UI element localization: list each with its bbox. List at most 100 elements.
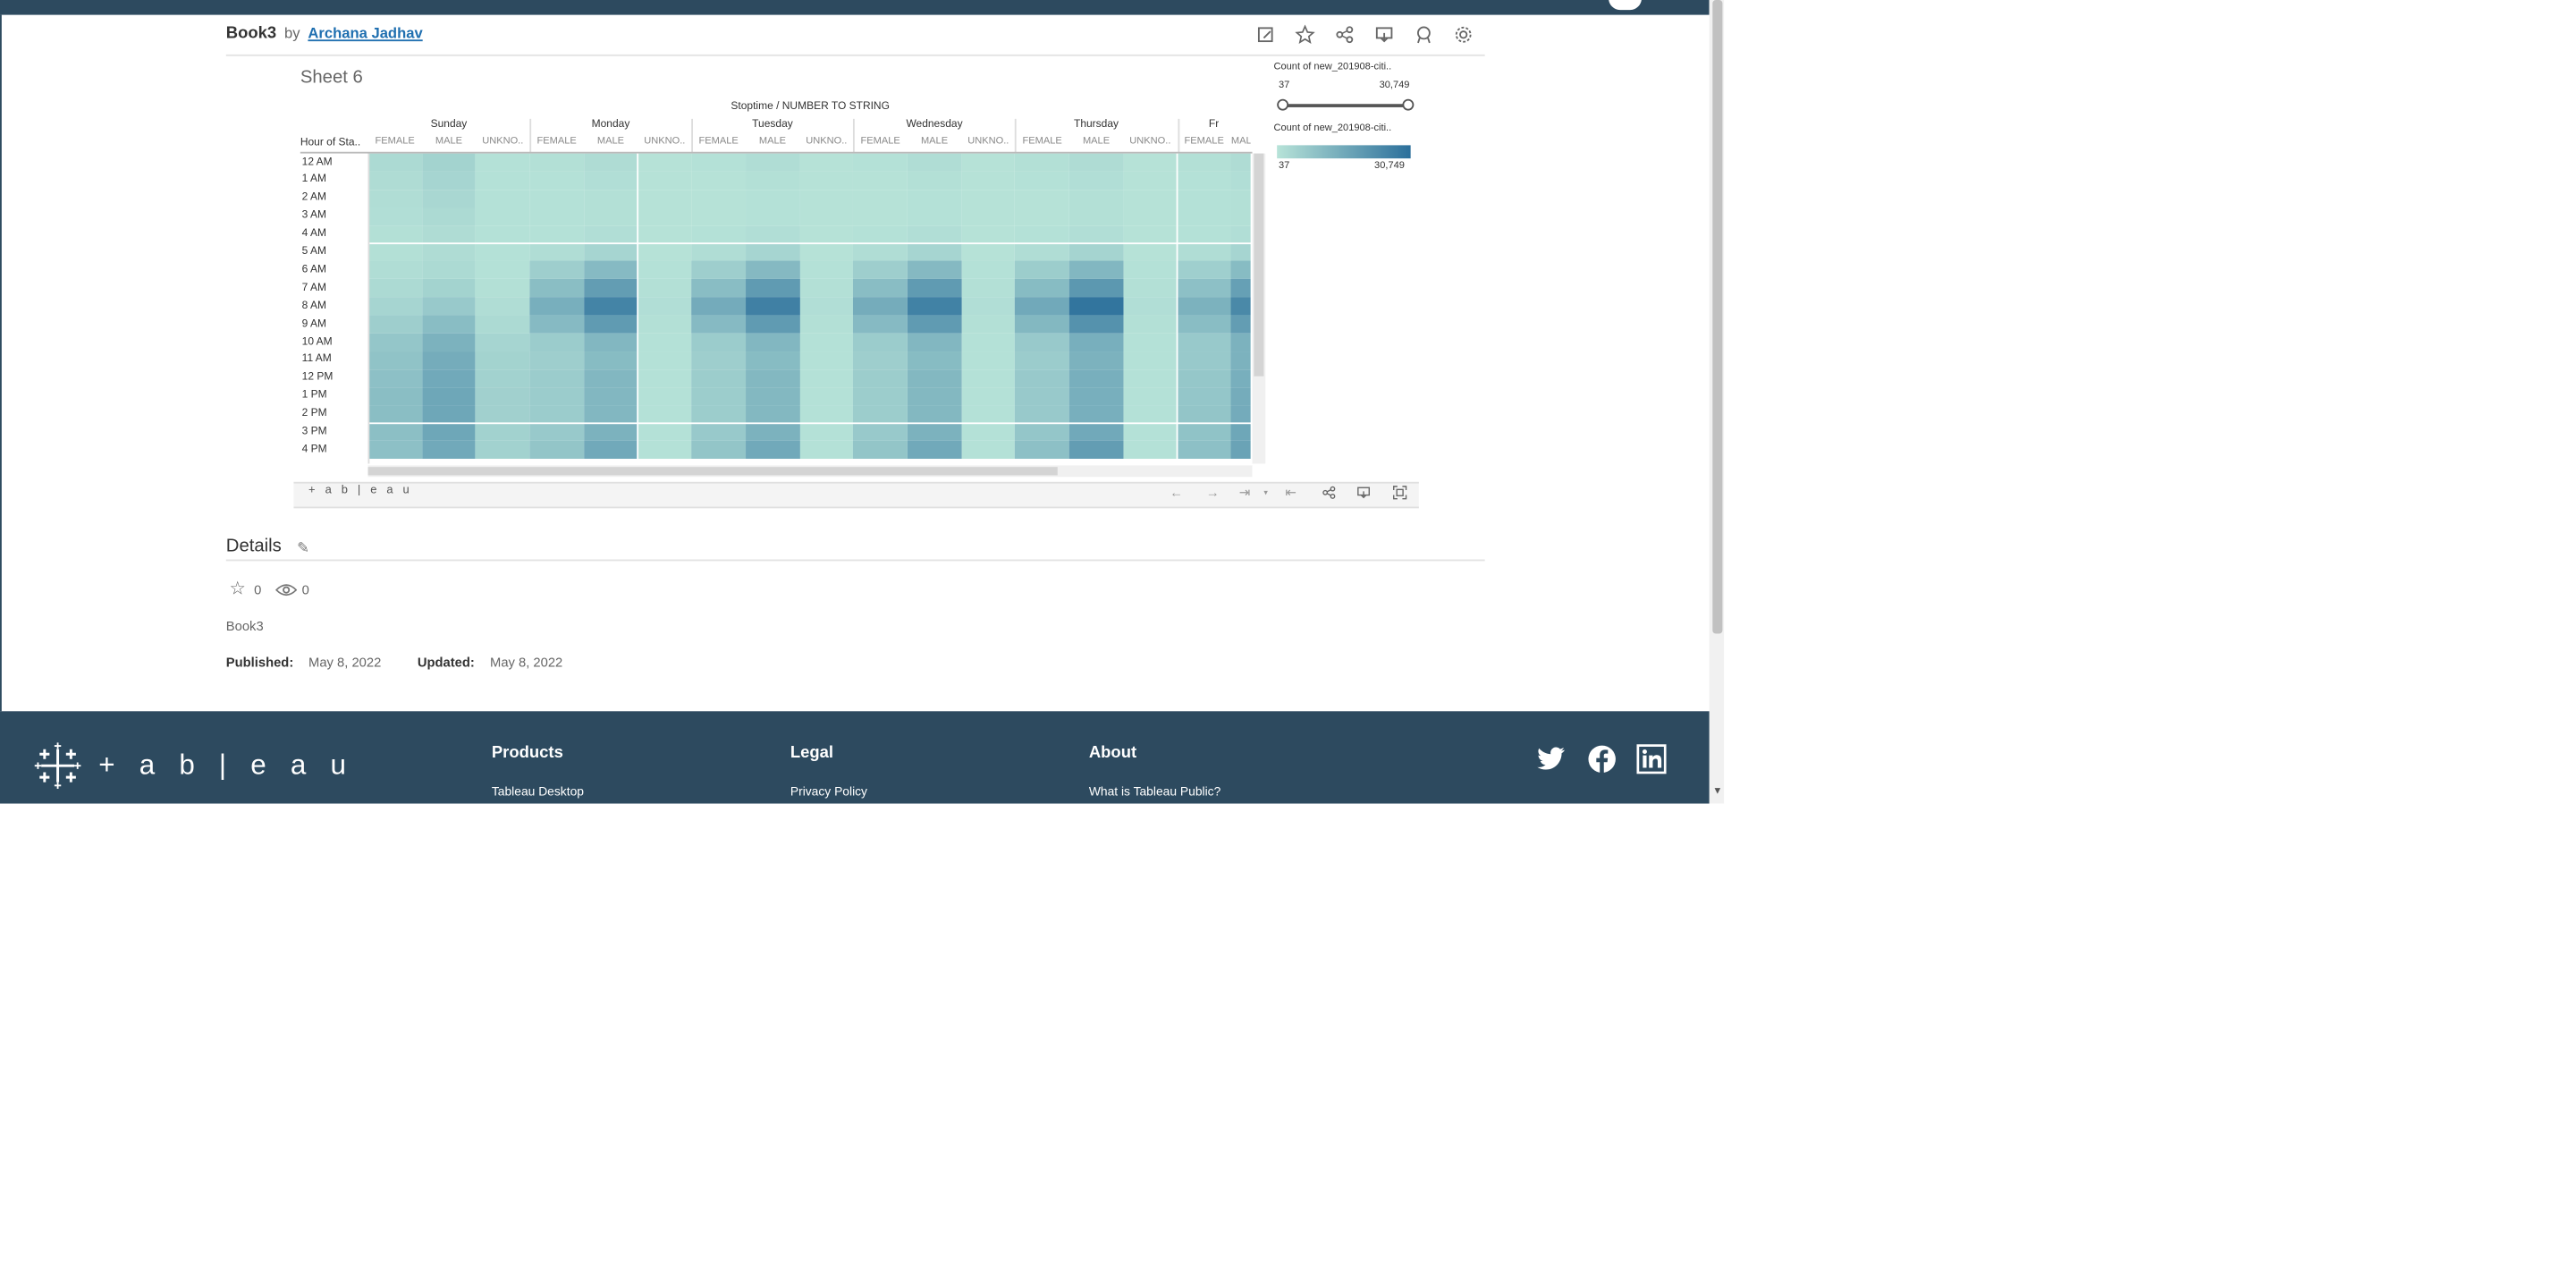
heatmap-cell[interactable] <box>907 225 962 244</box>
heatmap-cell[interactable] <box>691 243 746 262</box>
heatmap-cell[interactable] <box>1015 243 1069 262</box>
heatmap-cell[interactable] <box>1230 153 1251 172</box>
heatmap-cell[interactable] <box>799 315 854 334</box>
heatmap-cell[interactable] <box>529 171 584 190</box>
heatmap-cell[interactable] <box>476 441 530 460</box>
heatmap-cell[interactable] <box>1177 171 1231 190</box>
footer-link-tableau-desktop[interactable]: Tableau Desktop <box>492 783 584 799</box>
heatmap-cell[interactable] <box>529 297 584 316</box>
footer-tableau-logo[interactable]: + a b | e a u <box>33 741 354 790</box>
heatmap-cell[interactable] <box>1123 368 1178 388</box>
metrics-icon[interactable] <box>1414 25 1433 45</box>
heatmap-cell[interactable] <box>583 243 638 262</box>
twitter-icon[interactable] <box>1536 744 1566 774</box>
redo-arrow-icon[interactable]: → <box>1206 485 1220 500</box>
heatmap-cell[interactable] <box>745 368 800 388</box>
heatmap-cell[interactable] <box>476 351 530 369</box>
viz-vertical-scroll-thumb[interactable] <box>1254 153 1264 377</box>
heatmap-cell[interactable] <box>638 423 692 442</box>
heatmap-cell[interactable] <box>853 333 908 351</box>
heatmap-cell[interactable] <box>745 225 800 244</box>
heatmap-cell[interactable] <box>691 225 746 244</box>
heatmap-cell[interactable] <box>1177 225 1231 244</box>
heatmap-cell[interactable] <box>1068 441 1124 460</box>
heatmap-cell[interactable] <box>745 333 800 351</box>
heatmap-cell[interactable] <box>907 153 962 172</box>
heatmap-cell[interactable] <box>799 441 854 460</box>
heatmap-cell[interactable] <box>476 279 530 298</box>
heatmap-cell[interactable] <box>367 279 422 298</box>
heatmap-cell[interactable] <box>691 315 746 334</box>
heatmap-cell[interactable] <box>1068 153 1124 172</box>
heatmap-cell[interactable] <box>961 368 1016 388</box>
heatmap-cell[interactable] <box>476 405 530 424</box>
heatmap-cell[interactable] <box>1068 279 1124 298</box>
heatmap-cell[interactable] <box>1068 315 1124 334</box>
heatmap-cell[interactable] <box>961 171 1016 190</box>
heatmap-cell[interactable] <box>799 405 854 424</box>
heatmap-cell[interactable] <box>1230 243 1251 262</box>
heatmap-cell[interactable] <box>476 297 530 316</box>
heatmap-cell[interactable] <box>1068 243 1124 262</box>
heatmap-cell[interactable] <box>1230 423 1251 442</box>
heatmap-cell[interactable] <box>691 207 746 226</box>
heatmap-cell[interactable] <box>1177 315 1231 334</box>
heatmap-cell[interactable] <box>638 279 692 298</box>
heatmap-cell[interactable] <box>583 207 638 226</box>
heatmap-cell[interactable] <box>421 171 477 190</box>
heatmap-cell[interactable] <box>1177 333 1231 351</box>
heatmap-cell[interactable] <box>1177 351 1231 369</box>
footer-link-privacy-policy[interactable]: Privacy Policy <box>790 783 867 799</box>
heatmap-cell[interactable] <box>907 261 962 280</box>
share-icon[interactable] <box>1335 25 1355 45</box>
heatmap-cell[interactable] <box>367 351 422 369</box>
heatmap-cell[interactable] <box>1015 315 1069 334</box>
heatmap-cell[interactable] <box>529 243 584 262</box>
heatmap-cell[interactable] <box>907 243 962 262</box>
heatmap-cell[interactable] <box>1123 405 1178 424</box>
heatmap-cell[interactable] <box>421 333 477 351</box>
heatmap-cell[interactable] <box>907 171 962 190</box>
heatmap-cell[interactable] <box>961 261 1016 280</box>
heatmap-cell[interactable] <box>853 315 908 334</box>
toolbar-download-icon[interactable] <box>1356 485 1372 503</box>
heatmap-cell[interactable] <box>476 225 530 244</box>
heatmap-cell[interactable] <box>421 279 477 298</box>
heatmap-cell[interactable] <box>476 153 530 172</box>
heatmap-cell[interactable] <box>367 405 422 424</box>
heatmap-cell[interactable] <box>1015 171 1069 190</box>
heatmap-cell[interactable] <box>1068 405 1124 424</box>
heatmap-cell[interactable] <box>1177 368 1231 388</box>
heatmap-cell[interactable] <box>421 315 477 334</box>
heatmap-cell[interactable] <box>745 261 800 280</box>
heatmap-cell[interactable] <box>961 279 1016 298</box>
heatmap-cell[interactable] <box>529 315 584 334</box>
heatmap-cell[interactable] <box>1230 189 1251 207</box>
heatmap-cell[interactable] <box>1123 423 1178 442</box>
heatmap-cell[interactable] <box>1230 225 1251 244</box>
heatmap-cell[interactable] <box>1015 405 1069 424</box>
heatmap-cell[interactable] <box>1230 351 1251 369</box>
heatmap-cell[interactable] <box>1068 261 1124 280</box>
heatmap-cell[interactable] <box>476 207 530 226</box>
heatmap-cell[interactable] <box>691 189 746 207</box>
heatmap-cell[interactable] <box>583 368 638 388</box>
heatmap-cell[interactable] <box>691 351 746 369</box>
heatmap-cell[interactable] <box>691 279 746 298</box>
heatmap-cell[interactable] <box>367 153 422 172</box>
heatmap-cell[interactable] <box>529 261 584 280</box>
heatmap-cell[interactable] <box>961 315 1016 334</box>
download-icon[interactable] <box>1374 25 1394 45</box>
heatmap-cell[interactable] <box>853 279 908 298</box>
heatmap-cell[interactable] <box>367 297 422 316</box>
heatmap-cell[interactable] <box>1015 153 1069 172</box>
author-link[interactable]: Archana Jadhav <box>308 25 422 41</box>
heatmap-cell[interactable] <box>1015 441 1069 460</box>
heatmap-cell[interactable] <box>529 351 584 369</box>
heatmap-cell[interactable] <box>1015 261 1069 280</box>
heatmap-cell[interactable] <box>907 333 962 351</box>
heatmap-cell[interactable] <box>1230 441 1251 460</box>
heatmap-cell[interactable] <box>529 333 584 351</box>
heatmap-cell[interactable] <box>1177 207 1231 226</box>
heatmap-cell[interactable] <box>367 333 422 351</box>
